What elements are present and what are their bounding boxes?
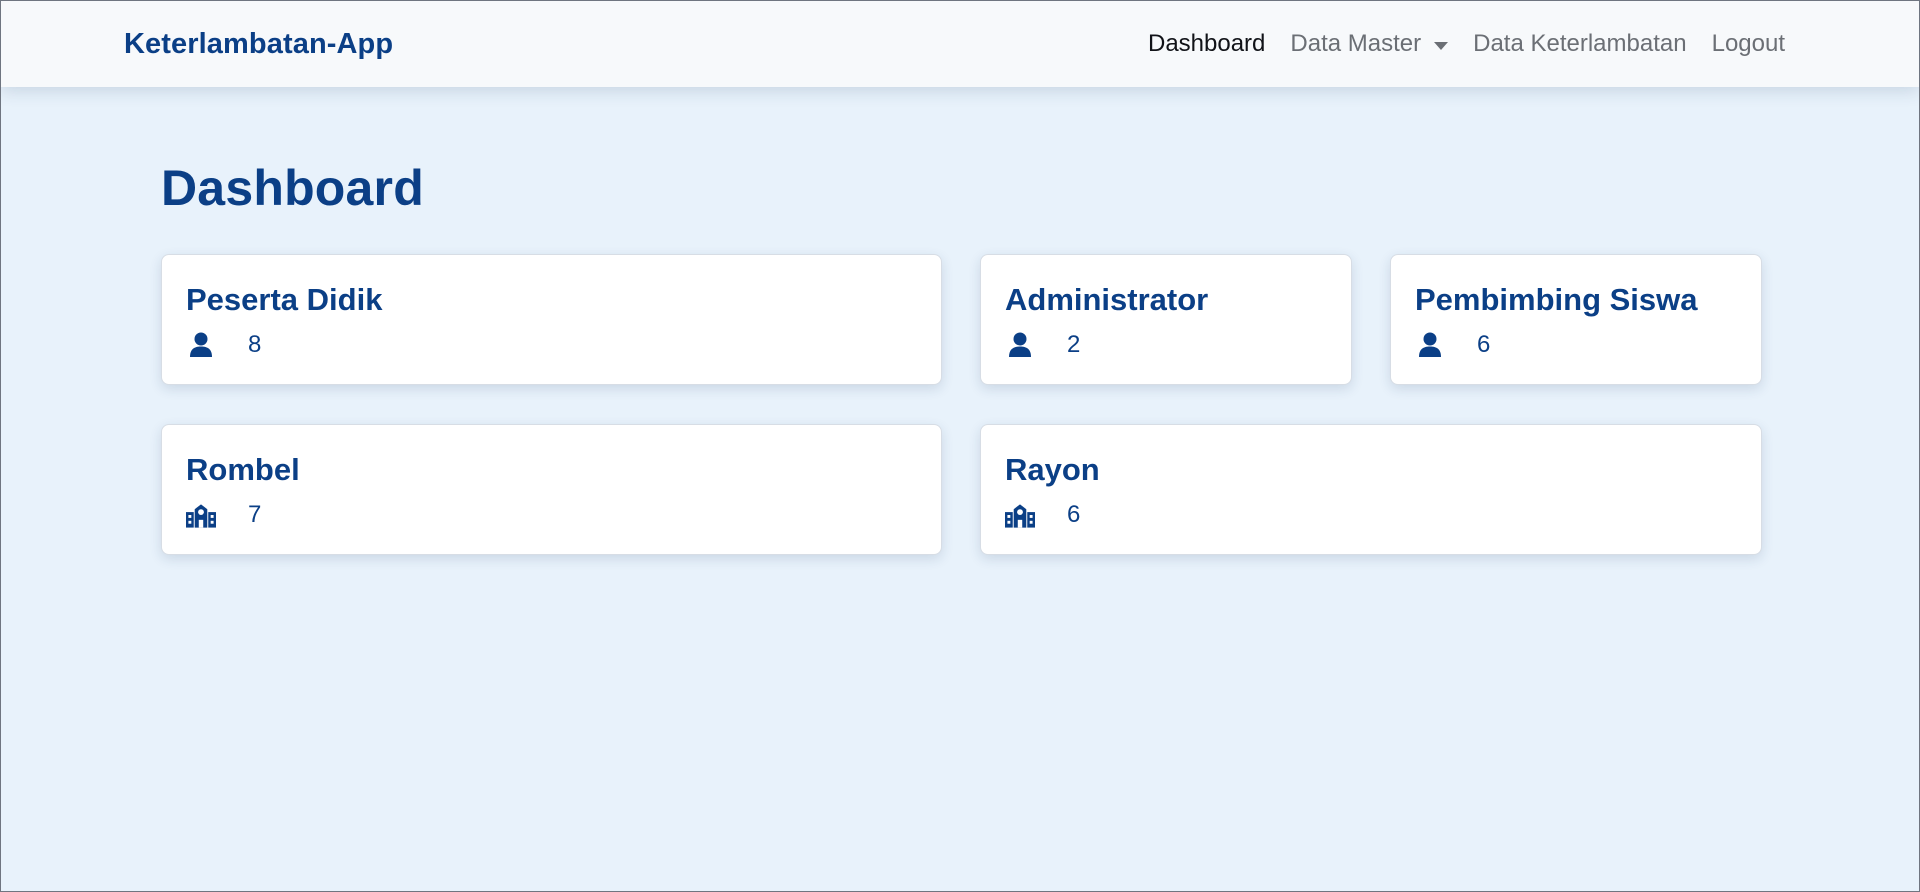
card-value: 6 [1067,501,1081,528]
card-value: 7 [248,501,262,528]
card-value: 6 [1477,331,1491,358]
nav-item-data-keterlambatan-label: Data Keterlambatan [1473,30,1687,57]
card-title: Rombel [186,452,300,487]
nav-item-data-master[interactable]: Data Master [1290,30,1449,58]
brand-link[interactable]: Keterlambatan-App [124,28,393,61]
card-value: 2 [1067,331,1081,358]
card-rayon: Rayon 6 [980,424,1762,555]
card-stat: 7 [186,501,261,529]
nav-item-dashboard[interactable]: Dashboard [1148,30,1265,58]
card-stat: 2 [1005,331,1080,359]
card-stat: 8 [186,331,261,359]
card-stat: 6 [1005,501,1080,529]
nav-item-logout[interactable]: Logout [1712,30,1785,58]
nav-menu: Dashboard Data Master Data Keterlambatan… [1148,30,1785,58]
card-administrator: Administrator 2 [980,254,1352,385]
card-pembimbing-siswa: Pembimbing Siswa 6 [1390,254,1762,385]
card-value: 8 [248,331,262,358]
user-icon [1005,331,1035,359]
user-icon [186,331,216,359]
page-title: Dashboard [161,160,424,216]
card-title: Pembimbing Siswa [1415,282,1698,317]
nav-item-logout-label: Logout [1711,30,1785,57]
user-icon [1415,331,1445,359]
card-title: Rayon [1005,452,1100,487]
nav-item-data-master-label: Data Master [1290,30,1422,57]
nav-item-data-keterlambatan[interactable]: Data Keterlambatan [1473,30,1686,58]
card-title: Administrator [1005,282,1209,317]
card-title: Peserta Didik [186,282,383,317]
school-icon [1005,501,1035,529]
card-stat: 6 [1415,331,1490,359]
school-icon [186,501,216,529]
card-peserta-didik: Peserta Didik 8 [161,254,942,385]
nav-item-dashboard-label: Dashboard [1147,30,1266,57]
card-rombel: Rombel 7 [161,424,942,555]
chevron-down-icon [1434,41,1449,50]
top-navbar: Keterlambatan-App Dashboard Data Master … [1,1,1919,87]
page-frame: Keterlambatan-App Dashboard Data Master … [0,0,1920,892]
